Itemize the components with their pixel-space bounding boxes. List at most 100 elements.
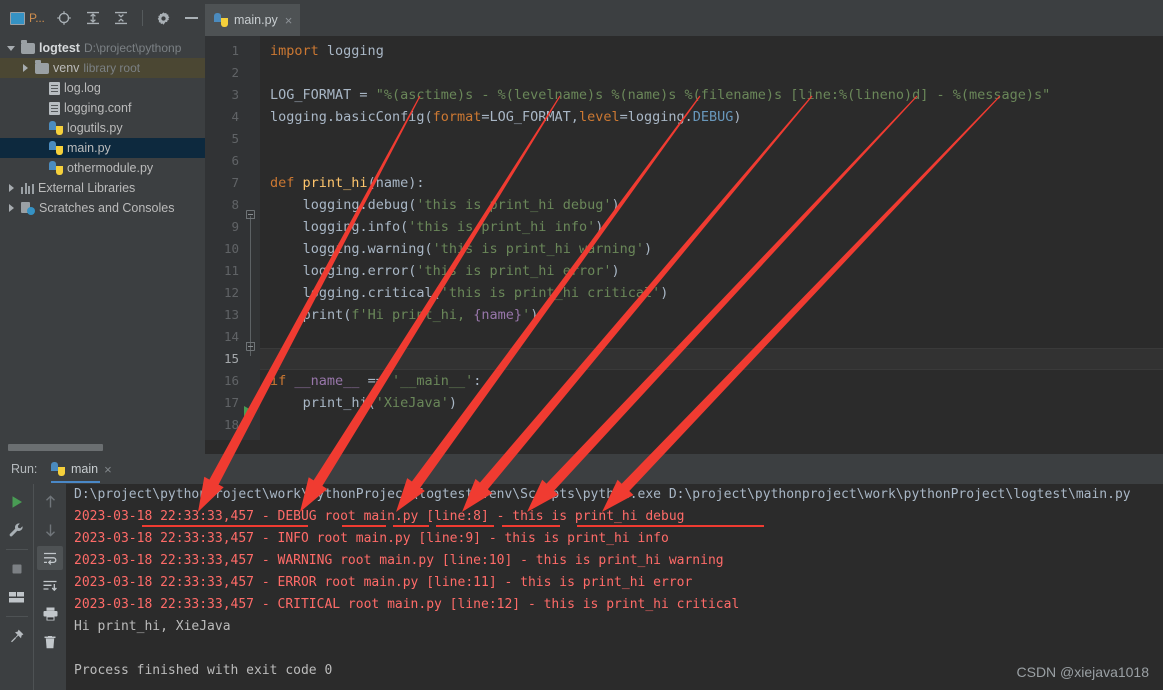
line-number: 13 [223,307,239,322]
up-arrow-icon[interactable] [37,490,63,514]
run-toolbar-right [33,484,66,690]
run-tab-main[interactable]: main × [47,454,120,484]
code-line[interactable]: print_hi('XieJava') [270,392,457,414]
toolbar-divider [5,616,28,617]
python-file-icon [49,141,63,155]
wrench-icon[interactable] [4,518,30,542]
tree-item-logutils-py[interactable]: logutils.py [0,118,205,138]
minimize-icon[interactable] [178,5,205,31]
tree-item-external-libraries[interactable]: External Libraries [0,178,205,198]
close-icon[interactable]: × [285,14,293,27]
down-arrow-icon[interactable] [37,518,63,542]
line-number: 12 [223,285,239,300]
line-number: 15 [223,351,239,366]
caret-row-highlight [260,348,1163,370]
tree-item-logtest[interactable]: logtest D:\project\pythonp [0,38,205,58]
tree-item-subtitle: library root [83,61,141,75]
code-line[interactable]: logging.critical('this is print_hi criti… [270,282,669,304]
tree-item-label: othermodule.py [67,161,154,175]
code-line[interactable]: def print_hi(name): [270,172,425,194]
expand-all-icon[interactable] [79,5,106,31]
collapse-all-icon[interactable] [108,5,135,31]
code-line[interactable]: LOG_FORMAT = "%(asctime)s - %(levelname)… [270,84,1050,106]
level-underline [342,525,386,527]
line-number: 10 [223,241,239,256]
ide-window: P... main.py × logtest D:\project\python… [0,0,1163,690]
line-number: 4 [231,109,239,124]
chevron-right-icon[interactable] [6,203,17,214]
tree-item-label: main.py [67,141,111,155]
pin-icon[interactable] [4,624,30,648]
tree-item-log-log[interactable]: log.log [0,78,205,98]
tree-item-logging-conf[interactable]: logging.conf [0,98,205,118]
code-line[interactable]: if __name__ == '__main__': [270,370,481,392]
chevron-right-icon[interactable] [6,183,17,194]
file-icon [49,81,60,95]
tree-item-main-py[interactable]: main.py [0,138,205,158]
settings-gear-icon[interactable] [150,5,177,31]
code-area[interactable]: import logging LOG_FORMAT = "%(asctime)s … [260,36,1163,440]
tree-item-label: logging.conf [64,101,132,115]
chevron-down-icon[interactable] [6,43,17,54]
folder-icon [35,60,49,74]
project-toolbar: P... [0,0,205,36]
close-icon[interactable]: × [104,462,112,477]
console-line[interactable]: 2023-03-18 22:33:33,457 - INFO root main… [74,528,669,550]
line-number: 1 [231,43,239,58]
run-toolbar [0,484,66,690]
console-line[interactable]: 2023-03-18 22:33:33,457 - CRITICAL root … [74,594,739,616]
console-line[interactable]: Hi print_hi, XieJava [74,616,231,638]
chevron-right-icon[interactable] [20,63,31,74]
run-tool-window: Run: main × D:\project\pythonproject\wor… [0,454,1163,690]
code-editor[interactable]: 1 2 3 4 5 6 7 8 9 10 11 12 13 14 15 16 17 18 import loggi… [205,36,1163,440]
file-icon [49,101,60,115]
line-number: 5 [231,131,239,146]
locate-icon[interactable] [51,5,78,31]
tree-item-scratches-and-consoles[interactable]: Scratches and Consoles [0,198,205,218]
layout-icon[interactable] [4,585,30,609]
editor-gutter[interactable]: 1 2 3 4 5 6 7 8 9 10 11 12 13 14 15 16 17 18 [205,36,260,440]
folder-icon [21,40,35,54]
run-label: Run: [11,462,38,476]
tab-main-py[interactable]: main.py × [205,4,300,36]
line-number: 16 [223,373,239,388]
code-line[interactable]: logging.warning('this is print_hi warnin… [270,238,653,260]
scrollbar-thumb[interactable] [8,444,103,451]
console-output[interactable]: D:\project\pythonproject\work\pythonProj… [66,484,1163,690]
console-line[interactable]: 2023-03-18 22:33:33,457 - ERROR root mai… [74,572,692,594]
tree-item-venv[interactable]: venv library root [0,58,205,78]
soft-wrap-icon[interactable] [37,546,63,570]
code-line[interactable]: logging.error('this is print_hi error') [270,260,620,282]
fold-marker-start-icon[interactable] [246,210,255,219]
tree-item-othermodule-py[interactable]: othermodule.py [0,158,205,178]
run-toolbar-left [0,484,33,690]
scroll-to-end-icon[interactable] [37,574,63,598]
trash-icon[interactable] [37,630,63,654]
code-line[interactable]: logging.debug('this is print_hi debug') [270,194,620,216]
code-line[interactable]: logging.basicConfig(format=LOG_FORMAT,le… [270,106,742,128]
python-file-icon [214,13,228,27]
line-number: 9 [231,219,239,234]
run-icon[interactable] [4,490,30,514]
filename-underline [436,525,494,527]
code-line[interactable]: print(f'Hi print_hi, {name}') [270,304,539,326]
print-icon[interactable] [37,602,63,626]
stop-icon[interactable] [4,557,30,581]
fold-marker-end-icon[interactable] [246,342,255,351]
line-number: 3 [231,87,239,102]
watermark: CSDN @xiejava1018 [1016,664,1150,680]
code-line[interactable]: import logging [270,40,384,62]
code-line[interactable]: logging.info('this is print_hi info') [270,216,604,238]
console-line[interactable]: 2023-03-18 22:33:33,457 - WARNING root m… [74,550,724,572]
editor-horizontal-scrollbar[interactable] [205,440,1163,454]
tree-horizontal-scrollbar[interactable] [0,440,205,454]
run-gutter-icon[interactable] [244,406,253,416]
toolbar-divider [5,549,28,550]
console-line[interactable]: D:\project\pythonproject\work\pythonProj… [74,484,1131,506]
console-line[interactable]: Process finished with exit code 0 [74,660,332,682]
project-view-button[interactable]: P... [8,11,49,25]
line-number: 14 [223,329,239,344]
project-tree: logtest D:\project\pythonp venv library roo… [0,36,205,440]
